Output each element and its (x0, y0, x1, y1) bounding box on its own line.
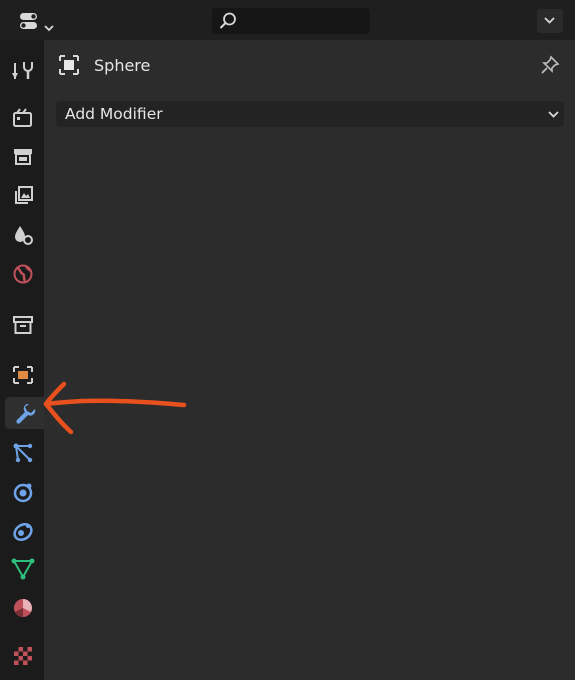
view-layer-icon (15, 186, 33, 204)
object-icon (59, 55, 79, 75)
object-name-row: Sphere (58, 53, 150, 77)
tab-texture[interactable] (5, 640, 41, 672)
options-dropdown-button[interactable] (537, 9, 563, 33)
render-icon (13, 108, 32, 127)
tab-particles[interactable] (5, 437, 41, 469)
chevron-down-icon (544, 17, 555, 24)
header-bar (0, 0, 575, 40)
world-icon (13, 264, 33, 284)
search-icon (219, 12, 236, 29)
properties-editor-icon (19, 12, 41, 34)
tab-world[interactable] (5, 258, 41, 290)
scene-icon (15, 226, 33, 245)
object-name: Sphere (94, 55, 151, 75)
tab-collection[interactable] (5, 309, 41, 341)
texture-icon (14, 647, 32, 665)
tab-modifiers[interactable] (5, 397, 44, 429)
tool-icon (12, 62, 33, 79)
chevron-down-icon (548, 111, 559, 118)
properties-tabs (0, 40, 44, 680)
add-modifier-label: Add Modifier (65, 105, 163, 123)
tab-physics[interactable] (5, 476, 41, 508)
properties-panel: Sphere Add Modifier (44, 40, 575, 680)
search-input[interactable] (212, 8, 370, 34)
tab-scene[interactable] (5, 219, 41, 251)
tab-data[interactable] (5, 553, 41, 585)
tab-output[interactable] (5, 141, 41, 173)
tab-object[interactable] (5, 359, 41, 391)
material-icon (14, 599, 32, 617)
tab-material[interactable] (5, 592, 41, 624)
tab-render[interactable] (5, 102, 41, 134)
add-modifier-dropdown[interactable]: Add Modifier (56, 101, 564, 127)
particles-icon (13, 443, 33, 463)
editor-type-button[interactable] (14, 8, 58, 34)
chevron-down-icon (44, 17, 54, 36)
collection-icon (13, 316, 33, 334)
tab-tool[interactable] (5, 54, 41, 86)
wrench-icon (15, 404, 35, 424)
pin-icon[interactable] (540, 55, 560, 75)
tab-constraints[interactable] (5, 515, 41, 547)
physics-icon (13, 483, 33, 503)
tab-view-layer[interactable] (5, 180, 41, 212)
output-icon (14, 149, 32, 165)
object-icon (13, 366, 33, 384)
mesh-data-icon (11, 558, 35, 580)
constraints-icon (13, 523, 33, 541)
